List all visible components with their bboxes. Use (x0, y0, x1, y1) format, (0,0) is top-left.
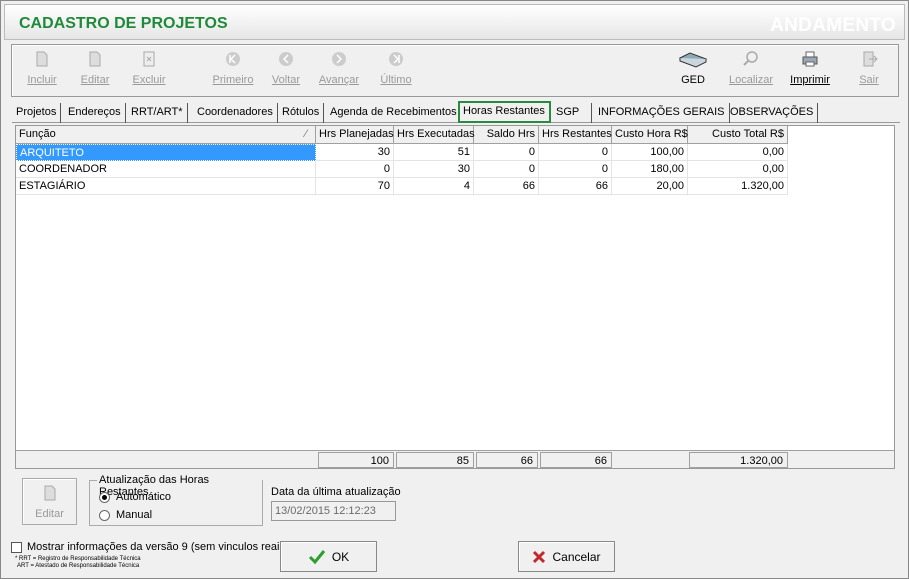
update-mode-group: Atualização das Horas Restantes Automáti… (89, 474, 263, 526)
tab-informacoes-gerais[interactable]: INFORMAÇÕES GERAIS (594, 103, 730, 123)
table-row[interactable]: COORDENADOR 0 30 0 0 180,00 0,00 (16, 161, 788, 178)
col-hrs-executadas[interactable]: Hrs Executadas (394, 126, 475, 144)
sair-button[interactable]: Sair (856, 50, 882, 86)
radio-selected-icon (99, 491, 110, 503)
col-saldo-hrs[interactable]: Saldo Hrs (474, 126, 539, 144)
total-hrs-planejadas: 100 (318, 452, 394, 468)
total-hrs-restantes: 66 (540, 452, 612, 468)
col-hrs-planejadas[interactable]: Hrs Planejadas (316, 126, 394, 144)
last-record-icon (389, 52, 403, 66)
footnote-rrt: * RRT = Registro de Responsabilidade Téc… (15, 556, 141, 562)
excluir-button[interactable]: Excluir (130, 50, 168, 86)
grid-header: Função ⁄ Hrs Planejadas Hrs Executadas Sa… (16, 126, 788, 144)
project-status: ANDAMENTO (770, 15, 896, 36)
hours-grid[interactable]: Função ⁄ Hrs Planejadas Hrs Executadas Sa… (15, 125, 895, 469)
tab-enderecos[interactable]: Endereços (64, 103, 126, 123)
show-v9-checkbox[interactable]: Mostrar informações da versão 9 (sem vin… (11, 541, 289, 553)
tab-rotulos[interactable]: Rótulos (278, 103, 325, 123)
add-document-icon (36, 51, 48, 67)
total-saldo-hrs: 66 (476, 452, 538, 468)
toolbar: Incluir Editar Excluir Primeiro Voltar A… (11, 44, 899, 97)
tab-strip: Projetos Endereços RRT/ART* Coordenadore… (12, 101, 900, 123)
incluir-button[interactable]: Incluir (24, 50, 60, 86)
total-custo-total: 1.320,00 (689, 452, 788, 468)
exit-door-icon (863, 51, 878, 67)
ultimo-button[interactable]: Último (378, 50, 414, 86)
radio-manual[interactable]: Manual (99, 509, 152, 521)
radio-unselected-icon (99, 509, 110, 521)
col-custo-hora[interactable]: Custo Hora R$ (612, 126, 688, 144)
checkbox-unchecked-icon (11, 541, 22, 553)
primeiro-button[interactable]: Primeiro (212, 50, 254, 86)
edit-document-icon (89, 51, 101, 67)
tab-observacoes[interactable]: OBSERVAÇÕES (726, 103, 819, 123)
total-hrs-executadas: 85 (396, 452, 474, 468)
delete-document-icon (143, 51, 155, 67)
last-update-label: Data da última atualização (271, 486, 401, 498)
totals-row: 100 85 66 66 1.320,00 (16, 450, 894, 468)
tab-agenda-recebimentos[interactable]: Agenda de Recebimentos (326, 103, 462, 123)
edit-document-icon (44, 485, 55, 501)
printer-icon (802, 51, 818, 67)
table-row[interactable]: ARQUITETO 30 51 0 0 100,00 0,00 (16, 144, 788, 161)
first-record-icon (226, 52, 240, 66)
bottom-panel: Editar Atualização das Horas Restantes A… (11, 471, 899, 531)
avancar-button[interactable]: Avançar (317, 50, 361, 86)
tab-horas-restantes[interactable]: Horas Restantes (458, 101, 551, 123)
imprimir-button[interactable]: Imprimir (790, 50, 830, 86)
last-update-field: 13/02/2015 12:12:23 (271, 501, 396, 521)
col-funcao[interactable]: Função ⁄ (16, 126, 316, 144)
radio-automatico[interactable]: Automático (99, 491, 171, 503)
voltar-button[interactable]: Voltar (270, 50, 302, 86)
tab-coordenadores[interactable]: Coordenadores (193, 103, 278, 123)
edit-hours-button[interactable]: Editar (22, 478, 77, 525)
ged-button[interactable]: GED (676, 50, 710, 86)
check-icon (308, 549, 325, 564)
tab-rrt-art[interactable]: RRT/ART* (127, 103, 188, 123)
editar-button[interactable]: Editar (78, 50, 112, 86)
cancel-button[interactable]: Cancelar (518, 541, 615, 572)
localizar-button[interactable]: Localizar (728, 50, 774, 86)
window-title: CADASTRO DE PROJETOS (19, 15, 228, 32)
next-record-icon (332, 52, 346, 66)
col-hrs-restantes[interactable]: Hrs Restantes (539, 126, 612, 144)
ok-button[interactable]: OK (280, 541, 377, 572)
sort-indicator-icon: ⁄ (305, 128, 307, 140)
window: CADASTRO DE PROJETOS ANDAMENTO Incluir E… (0, 0, 909, 579)
table-row[interactable]: ESTAGIÁRIO 70 4 66 66 20,00 1.320,00 (16, 178, 788, 195)
title-bar: CADASTRO DE PROJETOS ANDAMENTO (4, 4, 905, 40)
close-icon (533, 550, 546, 563)
scanner-icon (678, 52, 708, 68)
tab-sgp[interactable]: SGP (552, 103, 592, 123)
search-icon (743, 51, 758, 66)
col-custo-total[interactable]: Custo Total R$ (688, 126, 788, 144)
previous-record-icon (279, 52, 293, 66)
tab-projetos[interactable]: Projetos (12, 103, 62, 123)
footnote-art: ART = Atestado de Responsabilidade Técni… (17, 563, 140, 569)
